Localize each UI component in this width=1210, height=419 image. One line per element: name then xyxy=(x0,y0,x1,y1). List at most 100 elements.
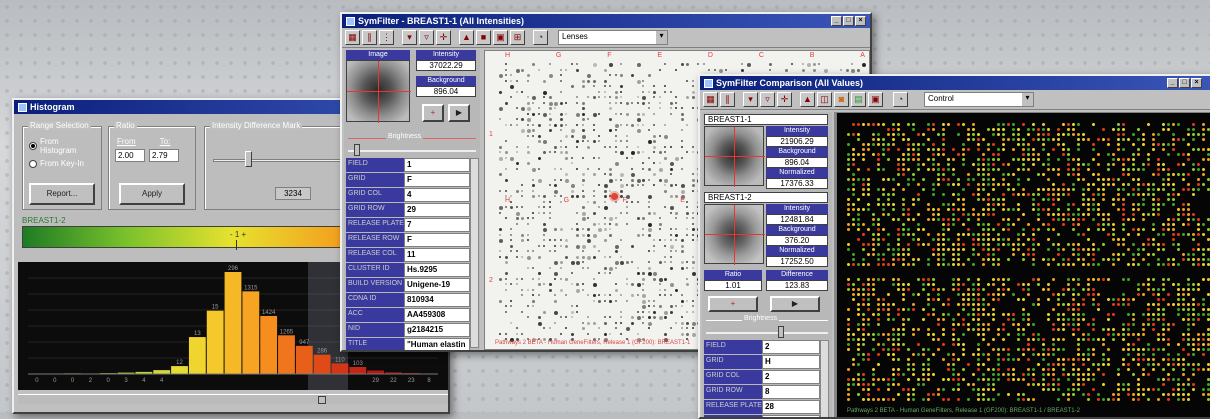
property-row[interactable]: GRID COL4 xyxy=(346,188,470,202)
array-spot xyxy=(769,69,771,71)
save-tool-icon[interactable]: ▣ xyxy=(493,30,508,45)
array-spot xyxy=(582,206,585,209)
columns-tool-icon[interactable]: ∥ xyxy=(720,92,735,107)
array-spot xyxy=(1077,253,1080,256)
color-tool-icon[interactable]: ◙ xyxy=(834,92,849,107)
property-row[interactable]: CLUSTER IDHs.9295 xyxy=(346,263,470,277)
array-spot xyxy=(1112,258,1115,261)
close-icon[interactable]: × xyxy=(1191,78,1202,88)
palette-tool-icon[interactable]: ▤ xyxy=(851,92,866,107)
zoom-in-button[interactable]: + xyxy=(422,104,444,122)
close-icon[interactable]: × xyxy=(855,16,866,26)
property-row[interactable]: GRID COL2 xyxy=(704,370,820,384)
apply-button[interactable]: Apply xyxy=(119,183,185,205)
crosshair-tool-icon[interactable]: ✛ xyxy=(436,30,451,45)
histogram-scroll-thumb[interactable] xyxy=(318,396,326,404)
help-tool-icon[interactable]: ◔ xyxy=(533,30,548,45)
symfilter-titlebar[interactable]: SymFilter - BREAST1-1 (All Intensities) … xyxy=(342,14,870,28)
array-spot xyxy=(1197,333,1200,336)
maximize-icon[interactable]: □ xyxy=(1179,78,1190,88)
array-spot xyxy=(653,146,656,149)
array-spot xyxy=(1097,163,1100,166)
layout-tool-icon[interactable]: ◫ xyxy=(817,92,832,107)
brightness-slider[interactable]: Brightness xyxy=(706,314,828,338)
chart-tool-icon[interactable]: ▲ xyxy=(459,30,474,45)
brightness-thumb[interactable] xyxy=(354,144,360,156)
array-spot xyxy=(1082,193,1085,196)
array-spot xyxy=(987,208,990,211)
print-tool-icon[interactable]: ⊞ xyxy=(510,30,525,45)
property-row[interactable]: CDNA ID810934 xyxy=(346,293,470,307)
property-row[interactable]: BUILD VERSIONUnigene-19 xyxy=(346,278,470,292)
grid-tool-icon[interactable]: ▦ xyxy=(345,30,360,45)
comparison-scrollbar[interactable] xyxy=(834,112,836,418)
block-tool-icon[interactable]: ■ xyxy=(476,30,491,45)
minimize-icon[interactable]: _ xyxy=(831,16,842,26)
zoom-in-button[interactable]: + xyxy=(708,296,758,312)
columns-tool-icon[interactable]: ∥ xyxy=(362,30,377,45)
property-row[interactable]: GRID ROW8 xyxy=(704,385,820,399)
array-spot xyxy=(620,316,622,318)
property-row[interactable]: RELEASE COL11 xyxy=(346,248,470,262)
maximize-icon[interactable]: □ xyxy=(843,16,854,26)
funnel2-tool-icon[interactable]: ▿ xyxy=(419,30,434,45)
radio-from-key-in[interactable]: From Key-In xyxy=(29,159,95,168)
funnel-tool-icon[interactable]: ▾ xyxy=(743,92,758,107)
filter-tool-icon[interactable]: ⋮ xyxy=(379,30,394,45)
intensity-slider-thumb[interactable] xyxy=(245,151,252,167)
comparison-titlebar[interactable]: SymFilter Comparison (All Values) _□× xyxy=(700,76,1210,90)
array-spot xyxy=(642,272,645,275)
ratio-from-input[interactable]: 2.00 xyxy=(115,149,145,162)
array-spot xyxy=(1022,353,1025,356)
property-row[interactable]: RELEASE ROWC xyxy=(704,415,820,419)
next-button[interactable]: ▶ xyxy=(448,104,470,122)
array-spot xyxy=(499,256,501,258)
grid-tool-icon[interactable]: ▦ xyxy=(703,92,718,107)
property-row[interactable]: ACCAA459308 xyxy=(346,308,470,322)
brightness-slider[interactable]: Brightness xyxy=(348,130,476,158)
array-spot xyxy=(927,233,930,236)
minimize-icon[interactable]: _ xyxy=(1167,78,1178,88)
array-spot xyxy=(882,143,885,146)
array-spot xyxy=(587,146,590,149)
ratio-to-input[interactable]: 2.79 xyxy=(149,149,179,162)
property-row[interactable]: GRIDH xyxy=(704,355,820,369)
array-spot xyxy=(1157,363,1160,366)
array-spot xyxy=(516,250,518,252)
view-select[interactable]: Lenses xyxy=(558,30,668,45)
property-scrollbar[interactable] xyxy=(470,158,479,348)
view-select[interactable]: Control xyxy=(924,92,1034,107)
property-row[interactable]: RELEASE ROWF xyxy=(346,233,470,247)
array-spot xyxy=(1167,343,1170,346)
property-row[interactable]: FIELD1 xyxy=(346,158,470,172)
funnel2-tool-icon[interactable]: ▿ xyxy=(760,92,775,107)
funnel-tool-icon[interactable]: ▾ xyxy=(402,30,417,45)
array-spot xyxy=(927,283,930,286)
array-spot xyxy=(902,258,905,261)
grid-letter: G xyxy=(564,197,569,204)
help-tool-icon[interactable]: ◔ xyxy=(893,92,908,107)
next-button[interactable]: ▶ xyxy=(770,296,820,312)
property-row[interactable]: GRIDF xyxy=(346,173,470,187)
histogram-scrollbar[interactable] xyxy=(18,394,448,404)
array-spot xyxy=(987,178,990,181)
report-button[interactable]: Report... xyxy=(29,183,95,205)
array-spot xyxy=(1122,278,1125,281)
property-row[interactable]: RELEASE PLATE7 xyxy=(346,218,470,232)
array-spot xyxy=(1052,363,1055,366)
property-value: F xyxy=(404,173,470,187)
crosshair-tool-icon[interactable]: ✛ xyxy=(777,92,792,107)
property-row[interactable]: GRID ROW29 xyxy=(346,203,470,217)
array-spot xyxy=(505,261,508,264)
property-row[interactable]: FIELD2 xyxy=(704,340,820,354)
array-spot xyxy=(1162,318,1165,321)
property-scrollbar[interactable] xyxy=(820,340,829,418)
brightness-thumb[interactable] xyxy=(778,326,784,338)
property-row[interactable]: NIDg2184215 xyxy=(346,323,470,337)
save-tool-icon[interactable]: ▣ xyxy=(868,92,883,107)
radio-from-histogram[interactable]: From Histogram xyxy=(29,137,95,155)
difference-label: Difference xyxy=(766,270,828,280)
property-row[interactable]: TITLE"Human elastin xyxy=(346,338,470,352)
chart-tool-icon[interactable]: ▲ xyxy=(800,92,815,107)
intensity-diff-value[interactable]: 3234 xyxy=(275,187,311,200)
